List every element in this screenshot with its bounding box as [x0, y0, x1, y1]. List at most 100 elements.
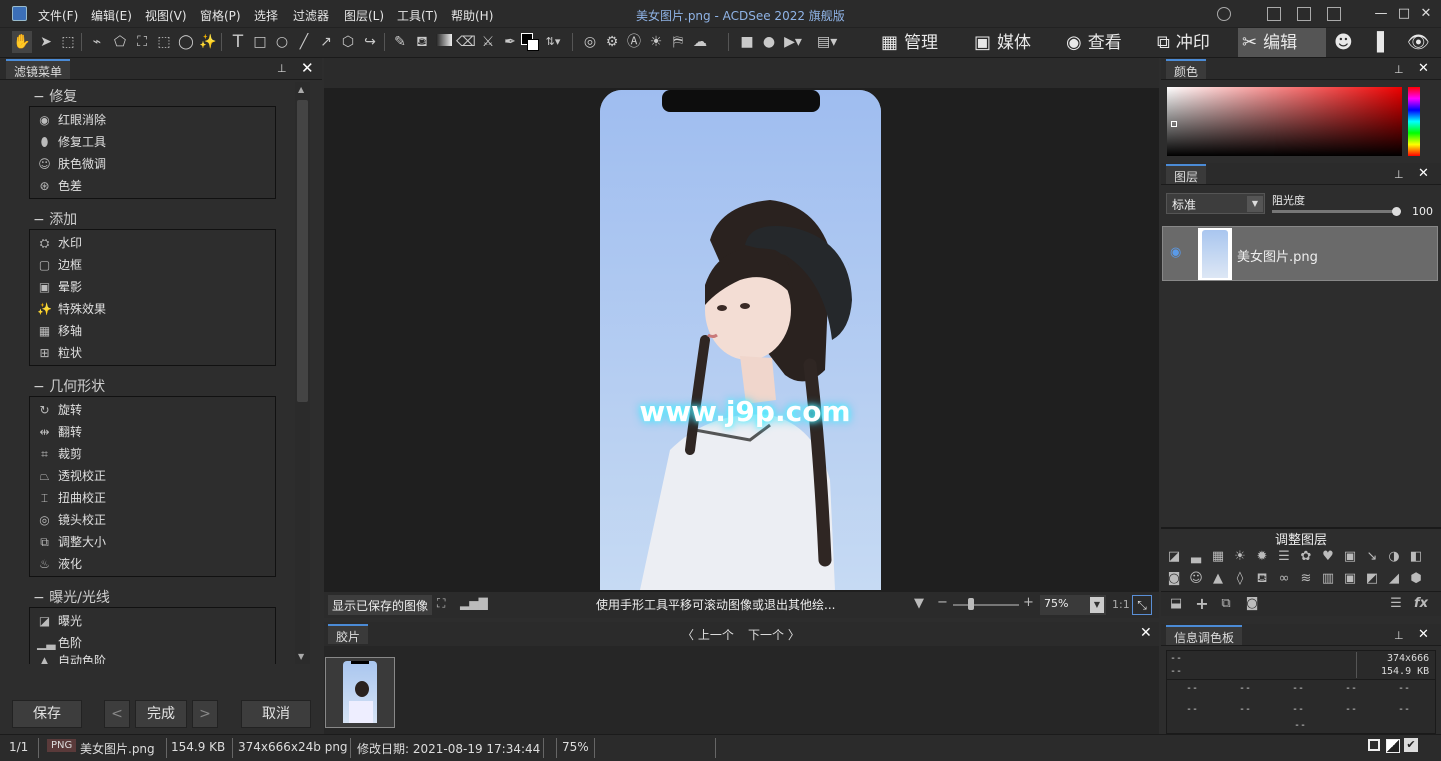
filter-item[interactable]: ✨ 特殊效果 [37, 298, 106, 320]
eyedropper-icon[interactable]: ✒ [500, 31, 520, 53]
zoom-slider[interactable] [953, 604, 1019, 606]
stop-icon[interactable]: ■ [737, 31, 757, 53]
ellipse-shape-icon[interactable]: ○ [272, 31, 292, 53]
diagonal-adjust-icon[interactable]: ◩ [1363, 570, 1381, 588]
filter-item[interactable]: ↻ 旋转 [37, 399, 82, 421]
filter-item[interactable]: ▁▃ 色阶 [37, 632, 82, 654]
play-icon[interactable]: ▶▾ [783, 31, 803, 53]
done-button[interactable]: 完成 [135, 700, 187, 728]
histogram-icon[interactable]: ▂▅▇ [460, 596, 488, 610]
bucket-adjust-icon[interactable]: ⛾ [1253, 570, 1271, 588]
background-color-swatch[interactable] [527, 39, 539, 51]
mask-icon[interactable]: ◙ [1243, 595, 1261, 613]
curve-tool-icon[interactable]: ↪ [360, 31, 380, 53]
gradient-tool-icon[interactable] [434, 31, 454, 53]
paint-brush-icon[interactable]: ✎ [390, 31, 410, 53]
tab-layers[interactable]: 图层 [1166, 164, 1207, 184]
show-saved-image-button[interactable]: 显示已保存的图像 [328, 595, 433, 615]
bucket-tool-icon[interactable]: ⛾ [412, 31, 432, 53]
filter-item[interactable]: ☺ 肤色微调 [37, 153, 106, 175]
actual-size-button[interactable]: 1:1 [1112, 598, 1130, 611]
checkmark-icon[interactable]: ✔ [1404, 738, 1418, 752]
cube-adjust-icon[interactable]: ⬢ [1407, 570, 1425, 588]
eraser-tool-icon[interactable]: ⌫ [456, 31, 476, 53]
prev-filter-button[interactable]: < [104, 700, 130, 728]
opacity-value[interactable]: 100 [1412, 205, 1433, 218]
menu-file[interactable]: 文件(F) [38, 7, 78, 24]
filter-item[interactable]: ⌗ 裁剪 [37, 443, 82, 465]
record-icon[interactable]: ● [759, 31, 779, 53]
menu-pane[interactable]: 窗格(P) [200, 7, 241, 24]
gradient-adjust-icon[interactable]: ▥ [1319, 570, 1337, 588]
mode-dashboard[interactable]: ▐ [1366, 28, 1396, 57]
zoom-dropdown-icon[interactable]: ▼ [914, 596, 924, 611]
curves-adjust-icon[interactable]: ▦ [1209, 548, 1227, 566]
mode-365[interactable]: ☻ [1330, 28, 1360, 57]
rect-select-icon[interactable]: ⬚ [154, 31, 174, 53]
pin-icon[interactable]: ⊥ [277, 62, 287, 75]
sharpen-adjust-icon[interactable]: ↘ [1363, 548, 1381, 566]
close-icon[interactable]: ✕ [1418, 627, 1429, 642]
filter-item[interactable]: ⊞ 粒状 [37, 342, 82, 364]
brush-select-icon[interactable]: ⌁ [87, 31, 107, 53]
filter-item[interactable]: ▦ 移轴 [37, 320, 82, 342]
exposure-adjust-icon[interactable]: ◪ [1165, 548, 1183, 566]
gear-icon[interactable]: ⚙ [602, 31, 622, 53]
overlay-icon[interactable] [1386, 739, 1400, 753]
filter-item[interactable]: ▲ 自动色阶 [37, 654, 106, 664]
pin-icon[interactable]: ⊥ [1394, 629, 1404, 642]
hue-slider[interactable] [1408, 87, 1420, 156]
zoom-in-icon[interactable]: + [1023, 595, 1034, 610]
color-picker-cursor[interactable] [1171, 121, 1177, 127]
zoom-slider-thumb[interactable] [968, 598, 974, 610]
scroll-up-icon[interactable]: ▲ [298, 85, 304, 94]
save-button[interactable]: 保存 [12, 700, 82, 728]
arrow-tool-icon[interactable]: ↗ [316, 31, 336, 53]
filter-item[interactable]: ⇹ 翻转 [37, 421, 82, 443]
light-adjust-icon[interactable]: ☀ [1231, 548, 1249, 566]
filmstrip-thumbnail[interactable] [325, 657, 395, 728]
tab-filter-menu[interactable]: 滤镜菜单 [6, 59, 71, 79]
menu-tools[interactable]: 工具(T) [397, 7, 438, 24]
fit-image-icon[interactable]: ⤡ [1132, 595, 1152, 615]
close-icon[interactable]: ✕ [301, 59, 314, 77]
mode-manage[interactable]: ▦ 管理 [877, 28, 957, 57]
image-adjust-icon[interactable]: ▣ [1341, 570, 1359, 588]
scrollbar-thumb[interactable] [297, 100, 308, 402]
maximize-icon[interactable]: □ [1396, 6, 1412, 22]
zoom-out-icon[interactable]: − [937, 595, 948, 610]
menu-edit[interactable]: 编辑(E) [91, 7, 132, 24]
filter-item[interactable]: ▢ 边框 [37, 254, 82, 276]
pin-icon[interactable]: ⊥ [1394, 168, 1404, 181]
clone-tool-icon[interactable]: ⚔ [478, 31, 498, 53]
sliders-adjust-icon[interactable]: ☰ [1275, 548, 1293, 566]
group-geometry-title[interactable]: − 几何形状 [33, 376, 105, 396]
filmstrip-prev[interactable]: 〈 上一个 [682, 626, 734, 643]
red-eye-icon[interactable]: ◎ [580, 31, 600, 53]
drop-adjust-icon[interactable]: ◊ [1231, 570, 1249, 588]
fx-icon[interactable]: fx [1412, 595, 1430, 613]
filter-item[interactable]: ◎ 镜头校正 [37, 509, 106, 531]
menu-icon[interactable]: ☰ [1387, 595, 1405, 613]
marquee-tool-icon[interactable]: ⬚ [58, 31, 78, 53]
next-filter-button[interactable]: > [192, 700, 218, 728]
mode-view[interactable]: ◉ 查看 [1062, 28, 1142, 57]
layer-name[interactable]: 美女图片.png [1237, 246, 1318, 265]
levels-adjust-icon[interactable]: ▃ [1187, 548, 1205, 566]
color-picker-field[interactable] [1167, 87, 1402, 156]
app-icon[interactable] [12, 6, 27, 21]
glasses-adjust-icon[interactable]: ∞ [1275, 570, 1293, 588]
photo-filter-icon[interactable]: ▣ [1341, 548, 1359, 566]
sharpen-icon[interactable]: Ⓐ [624, 31, 644, 53]
filter-item[interactable]: ⧉ 调整大小 [37, 531, 106, 553]
group-exposure-title[interactable]: − 曝光/光线 [33, 587, 110, 607]
lasso-tool-icon[interactable]: ⬠ [110, 31, 130, 53]
portrait-adjust-icon[interactable]: ☺ [1187, 570, 1205, 588]
menu-help[interactable]: 帮助(H) [451, 7, 493, 24]
swap-colors-icon[interactable]: ⇅▾ [543, 31, 563, 53]
light-icon[interactable]: ☀ [646, 31, 666, 53]
mode-edit[interactable]: ✂ 编辑 [1238, 28, 1326, 57]
minimize-icon[interactable]: — [1373, 6, 1389, 22]
toggle-adjust-icon[interactable]: ◑ [1385, 548, 1403, 566]
tab-filmstrip[interactable]: 胶片 [328, 624, 369, 644]
